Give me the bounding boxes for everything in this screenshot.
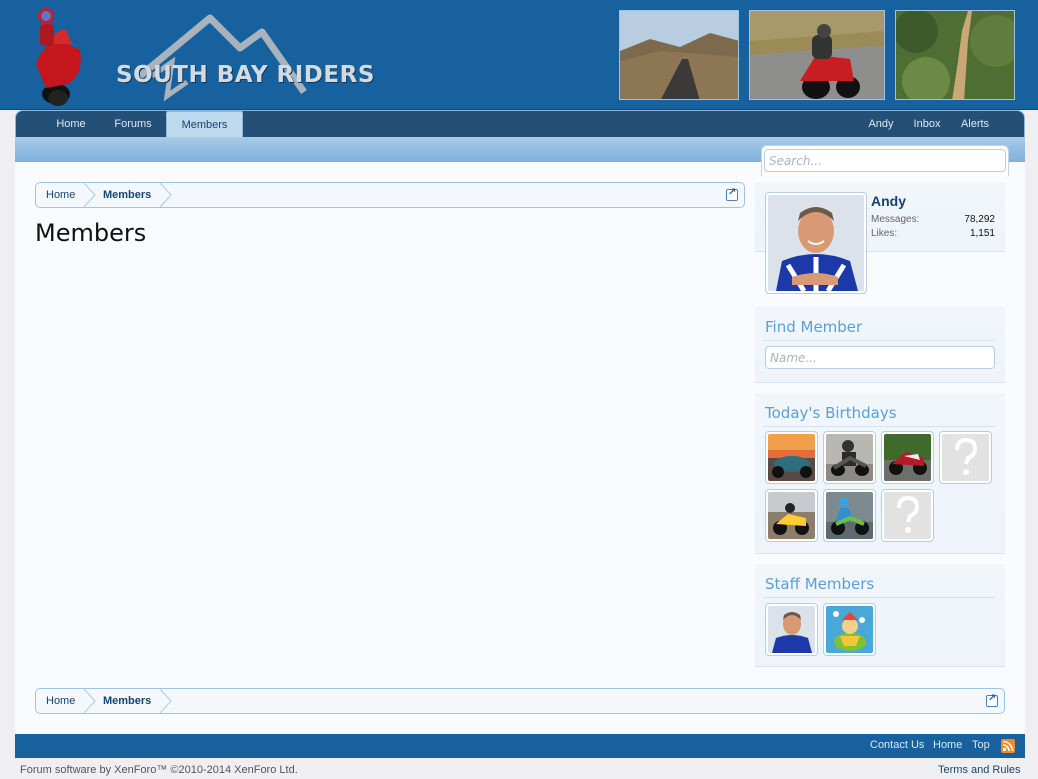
header-photo-road-hills (619, 10, 739, 100)
site-header: SOUTH BAY RIDERS (0, 0, 1038, 110)
user-link-alerts[interactable]: Alerts (954, 111, 996, 138)
breadcrumb-bottom: Home Members (35, 688, 1005, 714)
rss-icon[interactable] (1001, 739, 1015, 753)
staff-member-avatar[interactable] (765, 603, 818, 656)
member-name-input[interactable] (765, 346, 995, 369)
breadcrumb-home[interactable]: Home (46, 689, 75, 713)
heading-divider (763, 597, 995, 598)
user-link-inbox[interactable]: Inbox (907, 111, 947, 138)
search-container (761, 145, 1009, 176)
breadcrumb-separator-icon (84, 183, 96, 207)
birthday-member-avatar-default[interactable] (939, 431, 992, 484)
breadcrumb-home[interactable]: Home (46, 183, 75, 207)
main-navigation: Home Forums Members Andy Inbox Alerts (15, 110, 1025, 139)
footer-home[interactable]: Home (933, 739, 962, 751)
user-link-account[interactable]: Andy (861, 111, 901, 138)
breadcrumb-separator-icon (160, 183, 172, 207)
birthday-member-avatar[interactable] (823, 431, 876, 484)
breadcrumb-top: Home Members (35, 182, 745, 208)
birthday-member-avatar[interactable] (765, 489, 818, 542)
stat-messages-label: Messages: (871, 214, 920, 225)
tab-forums[interactable]: Forums (104, 111, 162, 138)
search-input[interactable] (764, 149, 1006, 172)
birthdays-heading: Today's Birthdays (765, 404, 897, 422)
find-member-heading: Find Member (765, 318, 863, 336)
footer-bar: Contact Us Home Top (15, 734, 1025, 758)
breadcrumb-separator-icon (160, 689, 172, 713)
footer-contact-us[interactable]: Contact Us (870, 739, 924, 751)
site-logo[interactable]: SOUTH BAY RIDERS (22, 4, 374, 108)
visitor-avatar[interactable] (765, 192, 867, 294)
staff-members-heading: Staff Members (765, 575, 875, 593)
header-photo-trail (895, 10, 1015, 100)
stat-likes-value: 1,151 (969, 228, 995, 239)
birthday-member-avatar[interactable] (765, 431, 818, 484)
header-photo-rider (749, 10, 885, 100)
copyright-text: Forum software by XenForo™ ©2010-2014 Xe… (20, 764, 298, 776)
birthday-member-avatar[interactable] (823, 489, 876, 542)
stat-messages: Messages: 78,292 (871, 214, 995, 225)
logo-graphic (36, 8, 307, 106)
heading-divider (763, 340, 995, 341)
jump-menu-icon[interactable] (726, 187, 738, 201)
birthday-member-avatar-default[interactable] (881, 489, 934, 542)
staff-member-avatar[interactable] (823, 603, 876, 656)
breadcrumb-separator-icon (84, 689, 96, 713)
page-title: Members (35, 219, 147, 247)
stat-messages-value: 78,292 (964, 214, 995, 225)
breadcrumb-members[interactable]: Members (103, 183, 151, 207)
birthday-member-avatar[interactable] (881, 431, 934, 484)
tab-members[interactable]: Members (166, 111, 243, 139)
visitor-username[interactable]: Andy (871, 193, 906, 209)
breadcrumb-members[interactable]: Members (103, 689, 151, 713)
terms-and-rules-link[interactable]: Terms and Rules (938, 764, 1021, 776)
footer-top[interactable]: Top (972, 739, 990, 751)
stat-likes: Likes: 1,151 (871, 228, 995, 239)
tab-home[interactable]: Home (44, 111, 98, 138)
question-mark-icon (897, 495, 920, 533)
heading-divider (763, 426, 995, 427)
stat-likes-label: Likes: (871, 228, 898, 239)
question-mark-icon (955, 437, 978, 475)
find-member-panel: Find Member (755, 307, 1005, 383)
jump-menu-icon[interactable] (986, 693, 998, 707)
logo-text: SOUTH BAY RIDERS (116, 62, 375, 88)
